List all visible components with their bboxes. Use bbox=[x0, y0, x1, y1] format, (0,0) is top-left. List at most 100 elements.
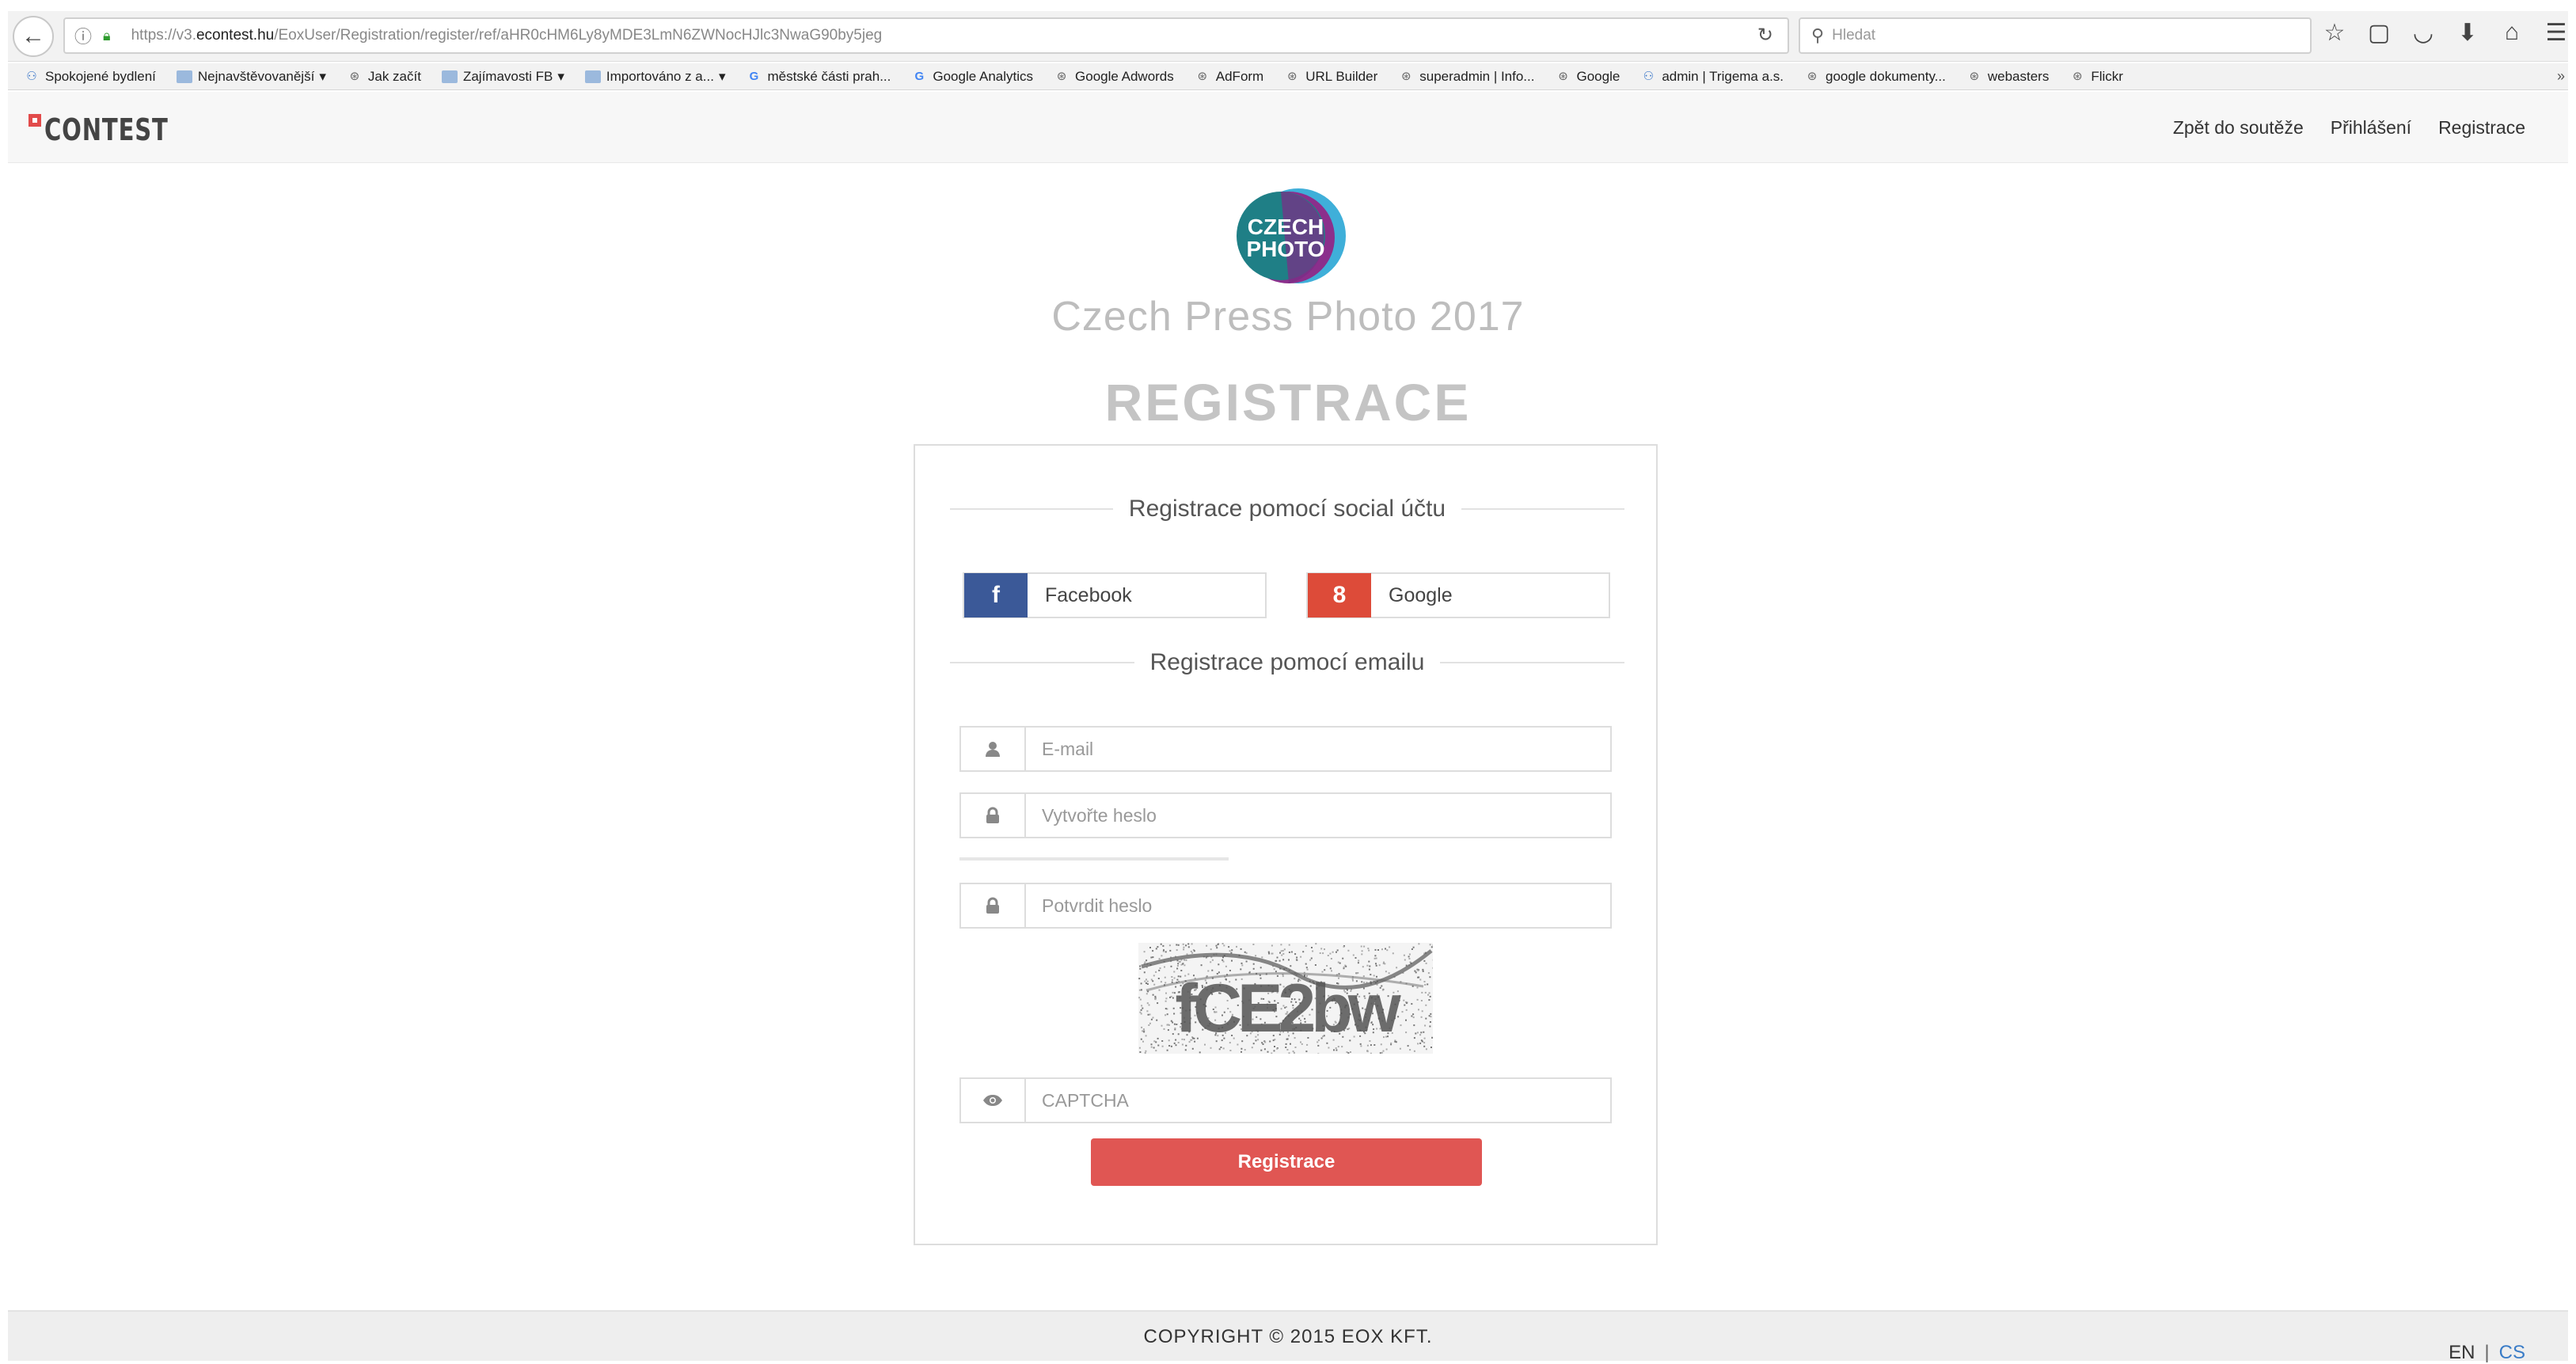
password-placeholder: Vytvořte heslo bbox=[1026, 805, 1157, 826]
globe-icon: ⊛ bbox=[1195, 70, 1210, 83]
lang-en-link[interactable]: EN bbox=[2449, 1342, 2475, 1363]
chevron-down-icon: ▾ bbox=[719, 69, 726, 85]
confirm-password-field[interactable]: Potvrdit heslo bbox=[959, 883, 1612, 929]
globe-icon: ⊛ bbox=[1966, 70, 1982, 83]
back-button[interactable]: ← bbox=[13, 16, 54, 57]
pocket-icon[interactable]: ◡ bbox=[2411, 19, 2435, 47]
lock-icon bbox=[961, 884, 1026, 927]
bookmark-item[interactable]: Zajímavosti FB▾ bbox=[442, 69, 564, 85]
people-icon: ⚇ bbox=[24, 70, 40, 83]
nav-link-register[interactable]: Registrace bbox=[2438, 117, 2525, 139]
bookmark-label: superadmin | Info... bbox=[1419, 69, 1534, 85]
bookmark-item[interactable]: ⚇ admin | Trigema a.s. bbox=[1640, 69, 1784, 85]
email-field[interactable]: E-mail bbox=[959, 726, 1612, 772]
browser-window: ← ⓘ 🔒︎ https://v3.econtest.hu/EoxUser/Re… bbox=[0, 0, 2576, 1361]
menu-icon[interactable]: ☰ bbox=[2544, 19, 2568, 47]
bookmark-label: URL Builder bbox=[1305, 69, 1377, 85]
captcha-placeholder: CAPTCHA bbox=[1026, 1090, 1129, 1111]
globe-icon: ⊛ bbox=[1398, 70, 1414, 83]
bookmark-label: webasters bbox=[1988, 69, 2049, 85]
bookmark-label: AdForm bbox=[1216, 69, 1263, 85]
toolbar-icons: ☆ ▢ ◡ ⬇ ⌂ ☰ bbox=[2323, 19, 2568, 47]
globe-icon: ⊛ bbox=[1555, 70, 1571, 83]
bookmark-item[interactable]: ⊛ Google bbox=[1555, 69, 1620, 85]
bookmark-item[interactable]: Gměstské části prah... bbox=[746, 69, 891, 85]
bookmark-label: Flickr bbox=[2091, 69, 2123, 85]
password-strength-bar bbox=[959, 857, 1229, 861]
captcha-field[interactable]: CAPTCHA bbox=[959, 1077, 1612, 1123]
page-title: REGISTRACE bbox=[0, 372, 2576, 432]
bookmark-label: městské části prah... bbox=[767, 69, 891, 85]
google-label: Google bbox=[1389, 584, 1453, 607]
email-divider: Registrace pomocí emailu bbox=[950, 650, 1624, 675]
logo-text-czech: CZECH bbox=[1248, 215, 1324, 239]
nav-link-back-to-contest[interactable]: Zpět do soutěže bbox=[2173, 117, 2304, 139]
nav-link-login[interactable]: Přihlášení bbox=[2331, 117, 2411, 139]
chevron-down-icon: ▾ bbox=[557, 69, 564, 85]
reading-list-icon[interactable]: ▢ bbox=[2367, 19, 2391, 47]
url-text: https://v3.econtest.hu/EoxUser/Registrat… bbox=[131, 27, 883, 44]
bookmark-item[interactable]: ⊛ AdForm bbox=[1195, 69, 1263, 85]
chevron-down-icon: ▾ bbox=[319, 69, 326, 85]
bookmark-item[interactable]: GGoogle Analytics bbox=[911, 69, 1033, 85]
register-submit-button[interactable]: Registrace bbox=[1091, 1138, 1482, 1186]
folder-icon bbox=[585, 70, 601, 83]
home-icon[interactable]: ⌂ bbox=[2500, 19, 2524, 47]
address-bar[interactable]: ⓘ 🔒︎ https://v3.econtest.hu/EoxUser/Regi… bbox=[63, 17, 1789, 54]
lang-separator: | bbox=[2484, 1342, 2489, 1363]
bookmarks-bar: ⚇Spokojené bydleníNejnavštěvovanější▾⊛Ja… bbox=[8, 63, 2568, 90]
bookmark-item[interactable]: ⚇ Spokojené bydlení bbox=[24, 69, 156, 85]
bookmark-label: Google bbox=[1576, 69, 1620, 85]
bookmark-label: Google Adwords bbox=[1075, 69, 1174, 85]
globe-icon: ⊛ bbox=[2069, 70, 2085, 83]
captcha-text: fCE2bw bbox=[1175, 971, 1401, 1047]
bookmark-item[interactable]: Importováno z a... ▾ bbox=[585, 69, 726, 85]
contest-logo[interactable]: CONTEST bbox=[28, 112, 190, 147]
search-icon: ⚲ bbox=[1811, 25, 1824, 46]
bookmark-label: admin | Trigema a.s. bbox=[1662, 69, 1784, 85]
competition-title: Czech Press Photo 2017 bbox=[0, 293, 2576, 340]
social-heading: Registrace pomocí social účtu bbox=[1113, 496, 1461, 522]
reload-icon[interactable]: ↻ bbox=[1757, 24, 1773, 47]
user-icon bbox=[961, 728, 1026, 770]
footer: COPYRIGHT © 2015 EOX KFT. EN | CS bbox=[8, 1310, 2568, 1361]
logo-flag-icon bbox=[28, 114, 41, 127]
google-button[interactable]: 8 Google bbox=[1306, 572, 1610, 618]
bookmark-item[interactable]: ⊛URL Builder bbox=[1284, 69, 1377, 85]
info-icon[interactable]: ⓘ bbox=[74, 23, 92, 48]
bookmark-label: Spokojené bydlení bbox=[45, 69, 156, 85]
arrow-left-icon: ← bbox=[21, 23, 45, 50]
facebook-icon: f bbox=[964, 573, 1028, 617]
google-icon: G bbox=[746, 70, 762, 83]
search-input[interactable]: ⚲ Hledat bbox=[1799, 17, 2312, 54]
bookmark-label: Jak začít bbox=[368, 69, 421, 85]
bookmark-item[interactable]: ⊛google dokumenty... bbox=[1804, 69, 1946, 85]
eye-icon bbox=[961, 1079, 1026, 1122]
email-placeholder: E-mail bbox=[1026, 739, 1093, 760]
confirm-password-placeholder: Potvrdit heslo bbox=[1026, 895, 1152, 917]
lock-icon bbox=[961, 794, 1026, 837]
bookmark-star-icon[interactable]: ☆ bbox=[2323, 19, 2346, 47]
bookmark-item[interactable]: ⊛Google Adwords bbox=[1054, 69, 1174, 85]
email-heading: Registrace pomocí emailu bbox=[1134, 649, 1441, 676]
bookmark-item[interactable]: Nejnavštěvovanější▾ bbox=[177, 69, 326, 85]
bookmarks-overflow-icon[interactable]: » bbox=[2557, 68, 2565, 85]
google-icon: 8 bbox=[1308, 573, 1371, 617]
facebook-label: Facebook bbox=[1045, 584, 1132, 607]
captcha-image: fCE2bw bbox=[1138, 943, 1433, 1054]
download-icon[interactable]: ⬇ bbox=[2456, 19, 2479, 47]
bookmark-label: Importováno z a... bbox=[606, 69, 714, 85]
lang-cs-link[interactable]: CS bbox=[2499, 1342, 2525, 1363]
czech-press-photo-logo: CZECH PHOTO bbox=[1219, 187, 1354, 290]
facebook-button[interactable]: f Facebook bbox=[963, 572, 1267, 618]
bookmark-item[interactable]: ⊛ Flickr bbox=[2069, 69, 2123, 85]
social-divider: Registrace pomocí social účtu bbox=[950, 496, 1624, 522]
bookmark-item[interactable]: ⊛Jak začít bbox=[347, 69, 421, 85]
people-icon: ⚇ bbox=[1640, 70, 1656, 83]
bookmark-item[interactable]: ⊛ webasters bbox=[1966, 69, 2049, 85]
password-field[interactable]: Vytvořte heslo bbox=[959, 792, 1612, 838]
bookmark-label: Zajímavosti FB bbox=[463, 69, 553, 85]
copyright-text: COPYRIGHT © 2015 EOX KFT. bbox=[8, 1326, 2568, 1348]
bookmark-item[interactable]: ⊛ superadmin | Info... bbox=[1398, 69, 1534, 85]
logo-text-photo: PHOTO bbox=[1246, 237, 1324, 261]
